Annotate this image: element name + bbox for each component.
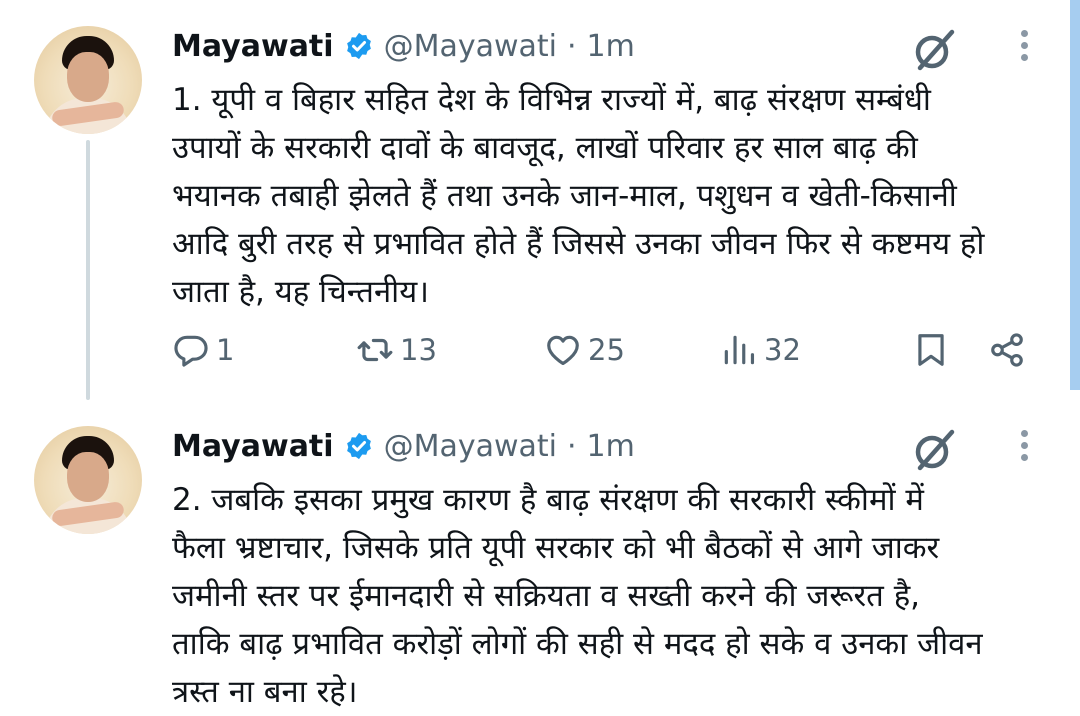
- retweet-count: 13: [400, 333, 437, 367]
- views-button[interactable]: 32: [720, 322, 801, 378]
- verified-badge-icon: [346, 432, 371, 460]
- grok-icon[interactable]: [908, 426, 960, 474]
- bookmark-icon: [918, 334, 944, 366]
- tweet-text: 2. जबकि इसका प्रमुख कारण है बाढ़ संरक्षण…: [172, 482, 983, 710]
- tweet-timestamp[interactable]: 1m: [587, 29, 635, 64]
- bookmark-button[interactable]: [912, 322, 950, 378]
- tweet-1[interactable]: Mayawati @Mayawati · 1m 1. यूपी व बिहार …: [0, 0, 1080, 400]
- share-icon: [991, 333, 1023, 367]
- avatar[interactable]: [34, 26, 142, 134]
- retweet-icon: [357, 338, 393, 362]
- more-vertical-icon[interactable]: [1014, 430, 1034, 466]
- author-handle[interactable]: @Mayawati: [384, 29, 557, 64]
- retweet-button[interactable]: 13: [356, 322, 437, 378]
- scroll-indicator[interactable]: [1070, 0, 1080, 390]
- verified-badge-icon: [346, 32, 371, 60]
- tweet-actions: 1 13 25 32: [172, 322, 1032, 378]
- thread-line: [86, 140, 90, 400]
- tweet-header: Mayawati @Mayawati · 1m: [172, 24, 635, 68]
- grok-icon[interactable]: [908, 26, 960, 74]
- like-button[interactable]: 25: [544, 322, 625, 378]
- reply-icon: [174, 335, 208, 367]
- header-separator: ·: [567, 428, 577, 464]
- heart-icon: [547, 335, 579, 366]
- author-name[interactable]: Mayawati: [172, 429, 334, 464]
- tweet-timestamp[interactable]: 1m: [587, 429, 635, 464]
- tweet-2[interactable]: Mayawati @Mayawati · 1m 2. जबकि इसका प्र…: [0, 400, 1080, 713]
- more-vertical-icon[interactable]: [1014, 30, 1034, 66]
- reply-count: 1: [216, 333, 235, 367]
- avatar[interactable]: [34, 426, 142, 534]
- tweet-header: Mayawati @Mayawati · 1m: [172, 424, 635, 468]
- like-count: 25: [588, 333, 625, 367]
- author-handle[interactable]: @Mayawati: [384, 429, 557, 464]
- views-icon: [724, 335, 755, 365]
- author-name[interactable]: Mayawati: [172, 29, 334, 64]
- header-separator: ·: [567, 28, 577, 64]
- tweet-text: 1. यूपी व बिहार सहित देश के विभिन्न राज्…: [172, 82, 985, 310]
- view-count: 32: [764, 333, 801, 367]
- share-button[interactable]: [988, 322, 1026, 378]
- reply-button[interactable]: 1: [172, 322, 234, 378]
